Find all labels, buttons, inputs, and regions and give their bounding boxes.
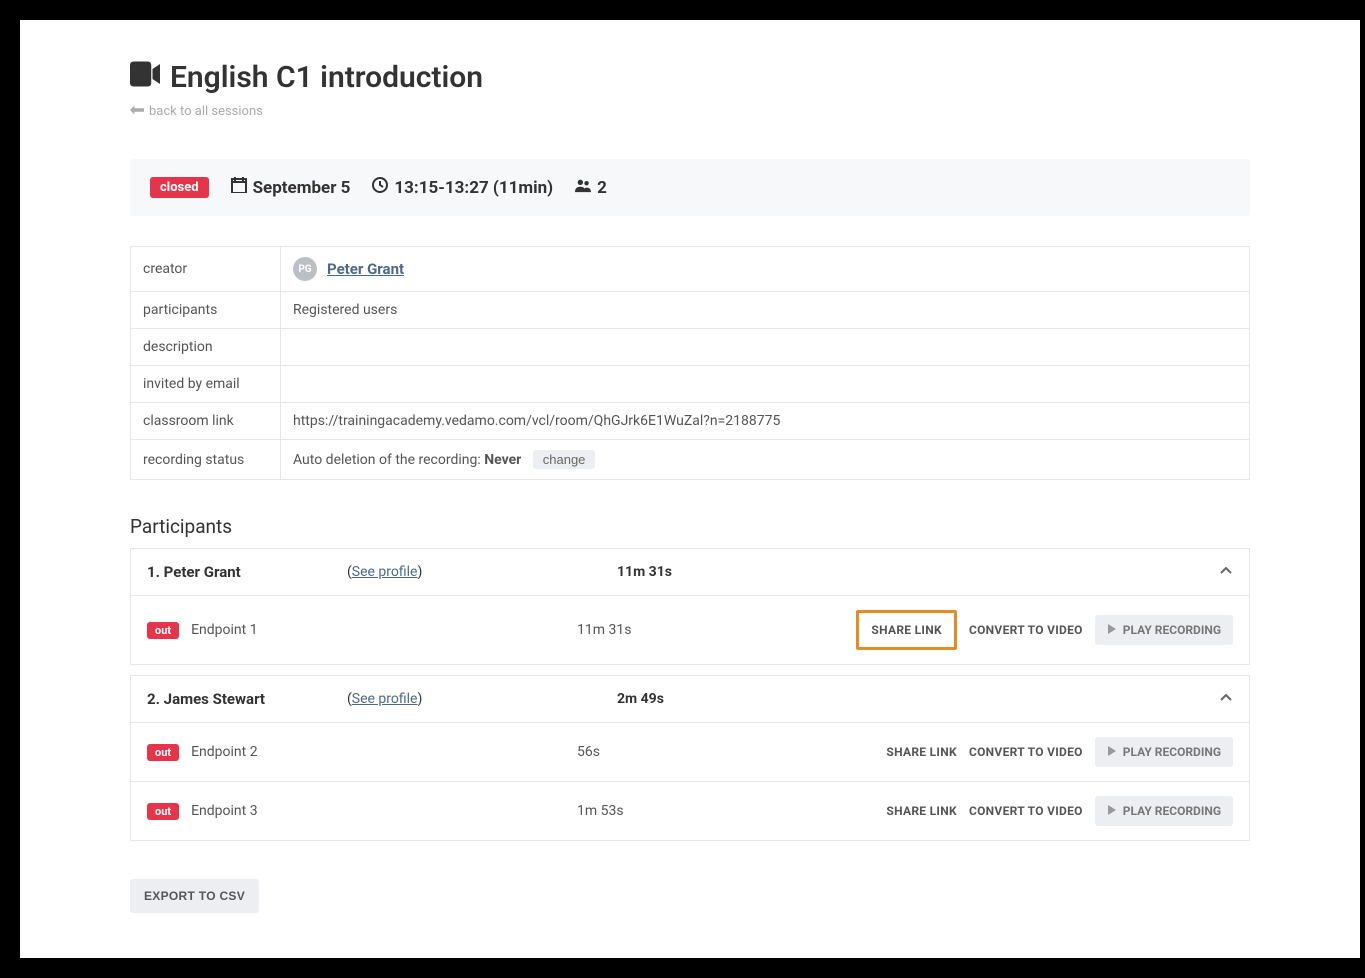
arrow-left-icon <box>130 104 144 119</box>
play-recording-button[interactable]: PLAY RECORDING <box>1095 737 1233 767</box>
table-row: recording status Auto deletion of the re… <box>131 440 1250 480</box>
calendar-icon <box>231 177 247 198</box>
avatar: PG <box>293 257 317 281</box>
change-recording-button[interactable]: change <box>533 450 596 469</box>
detail-label: classroom link <box>131 403 281 440</box>
participant-profile: (See profile) <box>347 564 617 580</box>
endpoint-name: outEndpoint 1 <box>147 622 577 638</box>
detail-label: recording status <box>131 440 281 480</box>
play-icon <box>1107 804 1117 818</box>
endpoint-duration: 56s <box>577 744 777 760</box>
detail-value <box>281 329 1250 366</box>
share-link-button[interactable]: SHARE LINK <box>856 610 957 650</box>
detail-label: participants <box>131 292 281 329</box>
session-date: September 5 <box>231 177 351 198</box>
endpoint-row: outEndpoint 31m 53s SHARE LINK CONVERT TO … <box>131 782 1249 840</box>
table-row: classroom link https://trainingacademy.v… <box>131 403 1250 440</box>
play-recording-button[interactable]: PLAY RECORDING <box>1095 615 1233 645</box>
session-details-table: creator PG Peter Grant participants Regi… <box>130 246 1250 480</box>
detail-label: creator <box>131 247 281 292</box>
session-time: 13:15-13:27 (11min) <box>372 177 553 198</box>
endpoint-duration: 11m 31s <box>577 622 777 638</box>
endpoint-duration: 1m 53s <box>577 803 777 819</box>
table-row: creator PG Peter Grant <box>131 247 1250 292</box>
page-title-text: English C1 introduction <box>170 60 483 95</box>
participant-block: 1. Peter Grant(See profile)11m 31soutEnd… <box>130 548 1250 665</box>
table-row: participants Registered users <box>131 292 1250 329</box>
play-icon <box>1107 745 1117 759</box>
detail-value: Registered users <box>281 292 1250 329</box>
convert-video-button[interactable]: CONVERT TO VIDEO <box>969 745 1083 759</box>
play-recording-button[interactable]: PLAY RECORDING <box>1095 796 1233 826</box>
out-badge: out <box>147 622 179 639</box>
table-row: description <box>131 329 1250 366</box>
detail-value <box>281 366 1250 403</box>
detail-value: PG Peter Grant <box>281 247 1250 292</box>
participant-header[interactable]: 2. James Stewart(See profile)2m 49s <box>131 676 1249 723</box>
back-link-label: back to all sessions <box>149 104 263 119</box>
users-icon <box>575 177 591 198</box>
chevron-up-icon <box>1219 690 1233 708</box>
see-profile-link[interactable]: See profile <box>352 691 418 707</box>
video-camera-icon <box>130 60 160 95</box>
detail-value: https://trainingacademy.vedamo.com/vcl/r… <box>281 403 1250 440</box>
back-link[interactable]: back to all sessions <box>130 104 263 119</box>
session-info-bar: closed September 5 13:15-13:27 (11min) 2 <box>130 159 1250 216</box>
participant-duration: 2m 49s <box>617 691 1219 707</box>
participant-duration: 11m 31s <box>617 564 1219 580</box>
chevron-up-icon <box>1219 563 1233 581</box>
participants-heading: Participants <box>130 515 1250 538</box>
detail-label: invited by email <box>131 366 281 403</box>
page-frame: English C1 introduction back to all sess… <box>20 20 1360 958</box>
export-csv-button[interactable]: EXPORT TO CSV <box>130 879 259 913</box>
endpoint-name: outEndpoint 2 <box>147 744 577 760</box>
participant-block: 2. James Stewart(See profile)2m 49soutEn… <box>130 675 1250 841</box>
play-icon <box>1107 623 1117 637</box>
table-row: invited by email <box>131 366 1250 403</box>
page-title: English C1 introduction <box>130 60 1250 95</box>
participant-header[interactable]: 1. Peter Grant(See profile)11m 31s <box>131 549 1249 596</box>
convert-video-button[interactable]: CONVERT TO VIDEO <box>969 623 1083 637</box>
endpoint-row: outEndpoint 256s SHARE LINK CONVERT TO VID… <box>131 723 1249 782</box>
share-link-button[interactable]: SHARE LINK <box>886 804 957 818</box>
status-badge: closed <box>150 177 209 198</box>
clock-icon <box>372 177 388 198</box>
session-participant-count: 2 <box>575 177 607 198</box>
share-link-button[interactable]: SHARE LINK <box>886 745 957 759</box>
out-badge: out <box>147 744 179 761</box>
participant-name: 2. James Stewart <box>147 690 347 708</box>
participant-profile: (See profile) <box>347 691 617 707</box>
detail-label: description <box>131 329 281 366</box>
see-profile-link[interactable]: See profile <box>352 564 418 580</box>
participant-name: 1. Peter Grant <box>147 563 347 581</box>
out-badge: out <box>147 803 179 820</box>
convert-video-button[interactable]: CONVERT TO VIDEO <box>969 804 1083 818</box>
detail-value: Auto deletion of the recording: Never ch… <box>281 440 1250 480</box>
creator-link[interactable]: Peter Grant <box>327 260 404 278</box>
endpoint-name: outEndpoint 3 <box>147 803 577 819</box>
endpoint-row: outEndpoint 111m 31s SHARE LINK CONVERT TO… <box>131 596 1249 664</box>
